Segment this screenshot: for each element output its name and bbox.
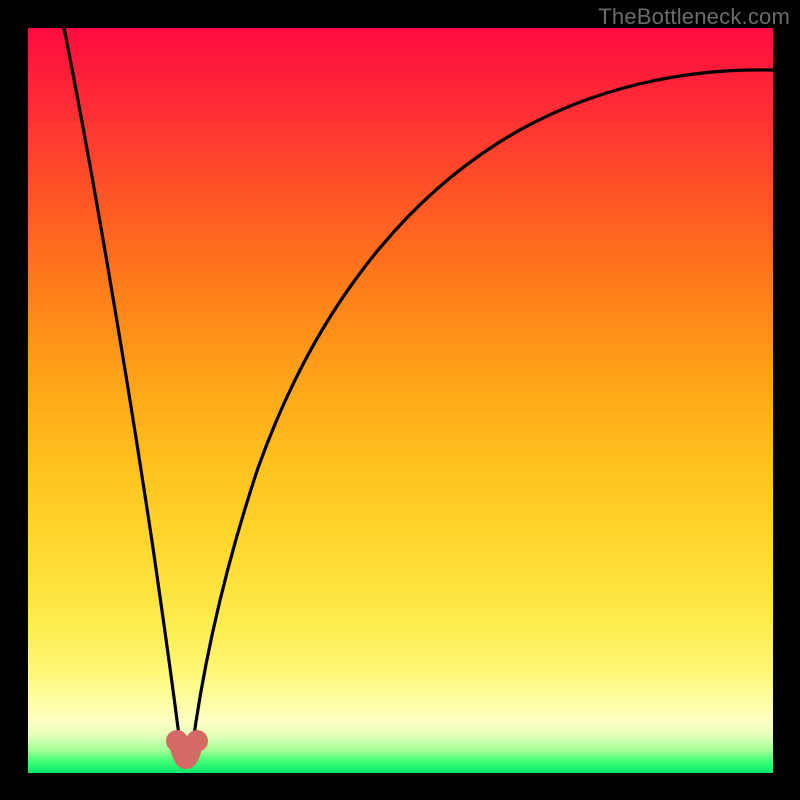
- attribution-text: TheBottleneck.com: [598, 4, 790, 30]
- curve-left-branch: [64, 28, 181, 753]
- outer-frame: TheBottleneck.com: [0, 0, 800, 800]
- valley-marker-bottom: [176, 744, 198, 766]
- bottleneck-curve: [28, 28, 773, 773]
- plot-area: [28, 28, 773, 773]
- curve-right-branch: [192, 70, 773, 750]
